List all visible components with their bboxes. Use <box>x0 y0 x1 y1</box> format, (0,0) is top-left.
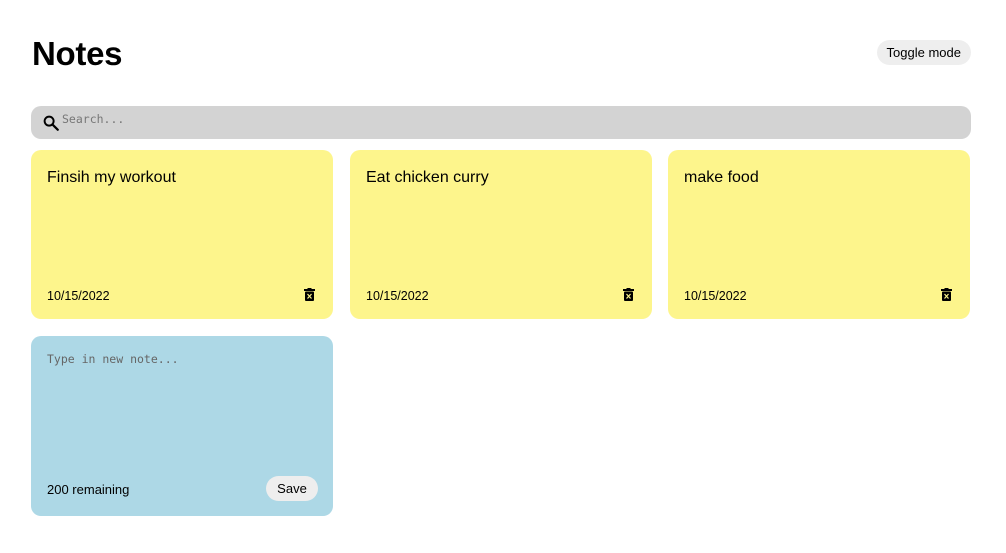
header: Notes Toggle mode <box>31 34 971 78</box>
note-text: Finsih my workout <box>47 169 176 186</box>
page-title: Notes <box>32 35 123 72</box>
note-card: Eat chicken curry 10/15/2022 <box>350 150 652 319</box>
notes-app: Notes Toggle mode Finsih my workout 10/1… <box>0 0 1006 553</box>
note-text: make food <box>684 169 759 186</box>
note-card: Finsih my workout 10/15/2022 <box>31 150 333 319</box>
note-date: 10/15/2022 <box>47 289 110 303</box>
trash-icon[interactable] <box>941 288 952 301</box>
trash-icon[interactable] <box>304 288 315 301</box>
trash-icon[interactable] <box>623 288 634 301</box>
note-date: 10/15/2022 <box>366 289 429 303</box>
save-button[interactable]: Save <box>266 476 318 501</box>
characters-remaining: 200 remaining <box>47 482 130 497</box>
search-input[interactable] <box>62 109 952 129</box>
new-note-input[interactable] <box>47 352 317 472</box>
note-card: make food 10/15/2022 <box>668 150 970 319</box>
new-note-card: 200 remaining Save <box>31 336 333 516</box>
search-icon <box>43 115 59 131</box>
note-date: 10/15/2022 <box>684 289 747 303</box>
note-text: Eat chicken curry <box>366 169 489 186</box>
toggle-mode-button[interactable]: Toggle mode <box>876 40 971 65</box>
search-bar <box>31 106 971 139</box>
